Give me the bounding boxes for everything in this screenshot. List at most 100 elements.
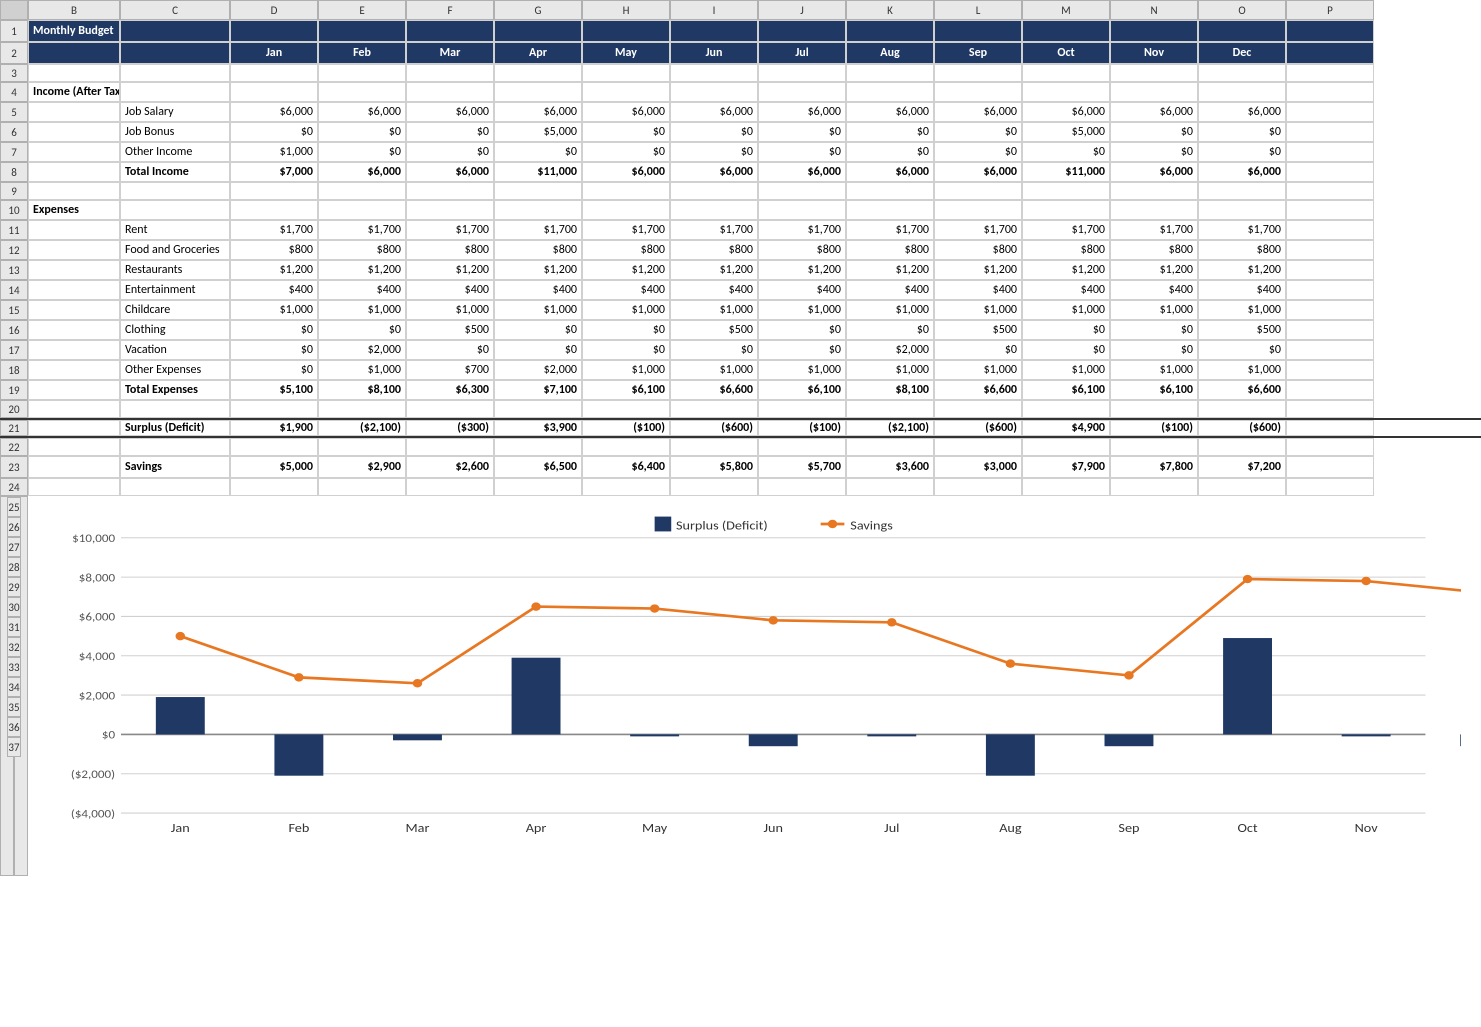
rownum-4: 4 — [0, 82, 28, 102]
sav-oct: $7,900 — [1022, 456, 1110, 478]
row-3: 3 — [0, 64, 1481, 82]
r1-n — [1110, 20, 1198, 42]
exp-2-10: $1,200 — [1110, 260, 1198, 280]
expense-row-1: 12Food and Groceries$800$800$800$800$800… — [0, 240, 1481, 260]
rownum-15: 15 — [0, 300, 28, 320]
month-jan: Jan — [230, 42, 318, 64]
exp-6-10: $0 — [1110, 340, 1198, 360]
r1-p — [1286, 20, 1374, 42]
exp-5-3: $0 — [494, 320, 582, 340]
exp-7-9: $1,000 — [1022, 360, 1110, 380]
sav-may: $6,400 — [582, 456, 670, 478]
exp-label-7: Other Expenses — [120, 360, 230, 380]
svg-text:$6,000: $6,000 — [79, 610, 115, 624]
r3-g — [494, 64, 582, 82]
exp-label-6: Vacation — [120, 340, 230, 360]
sav-sep: $3,000 — [934, 456, 1022, 478]
col-c: C — [120, 0, 230, 20]
exp-1-2: $800 — [406, 240, 494, 260]
exp-4-11: $1,000 — [1198, 300, 1286, 320]
exp-1-11: $800 — [1198, 240, 1286, 260]
chart-svg: $10,000$8,000$6,000$4,000$2,000$0($2,000… — [38, 506, 1461, 866]
svg-text:Feb: Feb — [288, 820, 309, 836]
ti-p — [1286, 162, 1374, 182]
r4-k — [846, 82, 934, 102]
expense-row-5: 16Clothing$0$0$500$0$0$500$0$0$500$0$0$5… — [0, 320, 1481, 340]
inc-1-2: $0 — [406, 122, 494, 142]
total-expenses-label: Total Expenses — [120, 380, 230, 400]
inc-1-10: $0 — [1110, 122, 1198, 142]
inc-1-9: $5,000 — [1022, 122, 1110, 142]
corner-cell — [0, 0, 28, 20]
te-oct: $6,100 — [1022, 380, 1110, 400]
exp-6-0: $0 — [230, 340, 318, 360]
r1-f — [406, 20, 494, 42]
exp-1-10: $800 — [1110, 240, 1198, 260]
sav-dec: $7,200 — [1198, 456, 1286, 478]
row-2: 2 Jan Feb Mar Apr May Jun Jul Aug Sep Oc… — [0, 42, 1481, 64]
rownum-19: 19 — [0, 380, 28, 400]
svg-text:($2,000): ($2,000) — [71, 768, 115, 782]
te-jan: $5,100 — [230, 380, 318, 400]
te-apr: $7,100 — [494, 380, 582, 400]
svg-text:$0: $0 — [102, 728, 115, 742]
inc-label-0: Job Salary — [120, 102, 230, 122]
rownum-18: 18 — [0, 360, 28, 380]
inc-0-9: $6,000 — [1022, 102, 1110, 122]
sav-nov: $7,800 — [1110, 456, 1198, 478]
svg-text:Jul: Jul — [884, 820, 899, 836]
rownum-9: 9 — [0, 182, 28, 200]
inc-0-0: $6,000 — [230, 102, 318, 122]
exp-4-10: $1,000 — [1110, 300, 1198, 320]
inc-label-b-1 — [28, 122, 120, 142]
rownum-5: 5 — [0, 102, 28, 122]
total-income-row: 8 Total Income $7,000 $6,000 $6,000 $11,… — [0, 162, 1481, 182]
inc-label-b-0 — [28, 102, 120, 122]
surplus-label: Surplus (Deficit) — [120, 420, 230, 436]
exp-label-b-5 — [28, 320, 120, 340]
s-nov: ($100) — [1110, 420, 1198, 436]
r3-h — [582, 64, 670, 82]
exp-6-11: $0 — [1198, 340, 1286, 360]
savings-row: 23 Savings $5,000 $2,900 $2,600 $6,500 $… — [0, 456, 1481, 478]
s-apr: $3,900 — [494, 420, 582, 436]
row-22: 22 — [0, 438, 1481, 456]
r4-f — [406, 82, 494, 102]
exp-1-0: $800 — [230, 240, 318, 260]
r4-e — [318, 82, 406, 102]
inc-0-6: $6,000 — [758, 102, 846, 122]
inc-label-2: Other Income — [120, 142, 230, 162]
ti-jul: $6,000 — [758, 162, 846, 182]
rownum-10: 10 — [0, 200, 28, 220]
month-mar: Mar — [406, 42, 494, 64]
exp-4-7: $1,000 — [846, 300, 934, 320]
expense-row-2: 13Restaurants$1,200$1,200$1,200$1,200$1,… — [0, 260, 1481, 280]
exp-0-2: $1,700 — [406, 220, 494, 240]
exp-6-5: $0 — [670, 340, 758, 360]
expense-row-0: 11Rent$1,700$1,700$1,700$1,700$1,700$1,7… — [0, 220, 1481, 240]
month-jun: Jun — [670, 42, 758, 64]
sav-feb: $2,900 — [318, 456, 406, 478]
col-headers-row: B C D E F G H I J K L M N O P — [0, 0, 1481, 20]
row-20: 20 — [0, 400, 1481, 418]
exp-3-8: $400 — [934, 280, 1022, 300]
inc-0-8: $6,000 — [934, 102, 1022, 122]
svg-text:Jan: Jan — [171, 820, 190, 836]
exp-label-b-7 — [28, 360, 120, 380]
r3-d — [230, 64, 318, 82]
r4-i — [670, 82, 758, 102]
s-sep: ($600) — [934, 420, 1022, 436]
ti-jan: $7,000 — [230, 162, 318, 182]
exp-5-0: $0 — [230, 320, 318, 340]
rownum-chart: 25 26 27 28 29 30 31 32 33 34 35 36 37 — [0, 496, 28, 876]
r1-k — [846, 20, 934, 42]
te-jul: $6,100 — [758, 380, 846, 400]
svg-text:$10,000: $10,000 — [72, 532, 115, 546]
inc-2-2: $0 — [406, 142, 494, 162]
exp-7-0: $0 — [230, 360, 318, 380]
r4-n — [1110, 82, 1198, 102]
exp-4-2: $1,000 — [406, 300, 494, 320]
month-dec: Dec — [1198, 42, 1286, 64]
exp-0-1: $1,700 — [318, 220, 406, 240]
month-apr: Apr — [494, 42, 582, 64]
